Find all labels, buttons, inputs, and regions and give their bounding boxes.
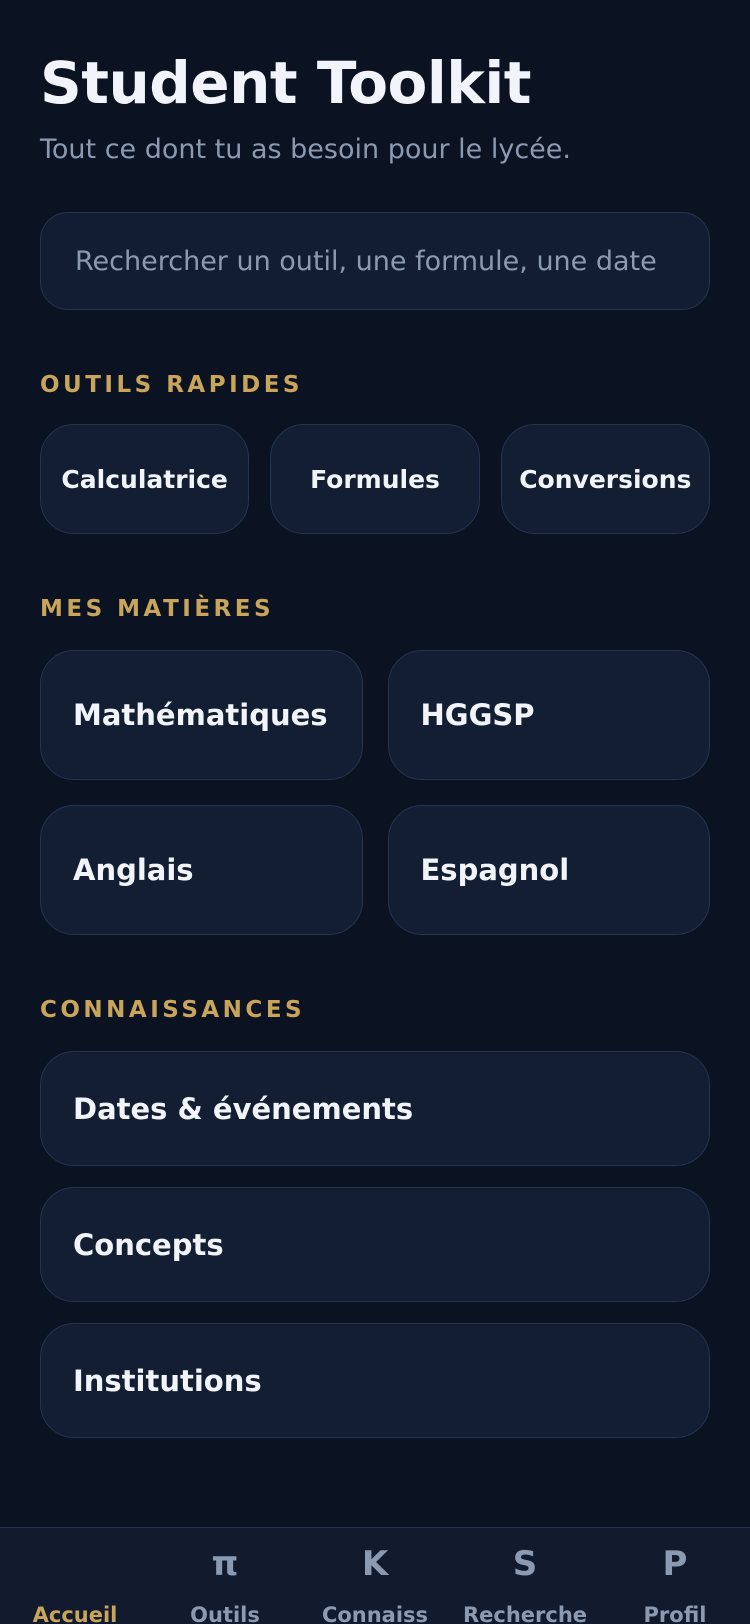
letter-p-icon: P — [662, 1544, 688, 1584]
section-label-subjects: MES MATIÈRES — [40, 596, 275, 622]
knowledge-list: Dates & événements Concepts Institutions — [40, 1051, 710, 1438]
subjects-grid: Mathématiques HGGSP Anglais Espagnol — [40, 650, 710, 935]
tab-label-accueil: Accueil — [32, 1603, 118, 1624]
subject-card-anglais[interactable]: Anglais — [40, 805, 363, 935]
section-label-quick-tools: OUTILS RAPIDES — [40, 372, 303, 398]
quick-tool-calculator-button[interactable]: Calculatrice — [40, 424, 250, 534]
bottom-tab-bar: Accueil π Outils K Connaiss S Recherche … — [0, 1527, 750, 1624]
knowledge-card-institutions[interactable]: Institutions — [40, 1323, 710, 1438]
subject-card-hggsp[interactable]: HGGSP — [387, 650, 710, 780]
tab-recherche[interactable]: S Recherche — [450, 1528, 600, 1624]
knowledge-card-concepts[interactable]: Concepts — [40, 1187, 710, 1302]
main-content: Student Toolkit Tout ce dont tu as besoi… — [0, 0, 750, 1438]
knowledge-card-dates[interactable]: Dates & événements — [40, 1051, 710, 1166]
subject-card-espagnol[interactable]: Espagnol — [387, 805, 710, 935]
tab-label-outils: Outils — [190, 1603, 260, 1624]
tab-label-connaissances: Connaiss — [321, 1603, 429, 1624]
tab-profil[interactable]: P Profil — [600, 1528, 750, 1624]
subject-card-mathematiques[interactable]: Mathématiques — [40, 650, 363, 780]
tab-label-recherche: Recherche — [462, 1603, 588, 1624]
pi-icon: π — [211, 1544, 239, 1584]
tab-connaissances[interactable]: K Connaiss — [300, 1528, 450, 1624]
page-title: Student Toolkit — [40, 49, 531, 117]
home-screen: Student Toolkit Tout ce dont tu as besoi… — [0, 0, 750, 1624]
tab-label-profil: Profil — [643, 1603, 707, 1624]
search-bar[interactable] — [40, 212, 710, 310]
letter-s-icon: S — [512, 1544, 538, 1584]
letter-k-icon: K — [361, 1544, 389, 1584]
quick-tool-formulas-button[interactable]: Formules — [270, 424, 480, 534]
tab-accueil[interactable]: Accueil — [0, 1528, 150, 1624]
quick-tools-row: Calculatrice Formules Conversions — [40, 424, 710, 534]
page-subtitle: Tout ce dont tu as besoin pour le lycée. — [40, 134, 571, 165]
quick-tool-conversions-button[interactable]: Conversions — [500, 424, 710, 534]
section-label-knowledge: CONNAISSANCES — [40, 997, 306, 1023]
search-input[interactable] — [73, 244, 677, 278]
tab-outils[interactable]: π Outils — [150, 1528, 300, 1624]
